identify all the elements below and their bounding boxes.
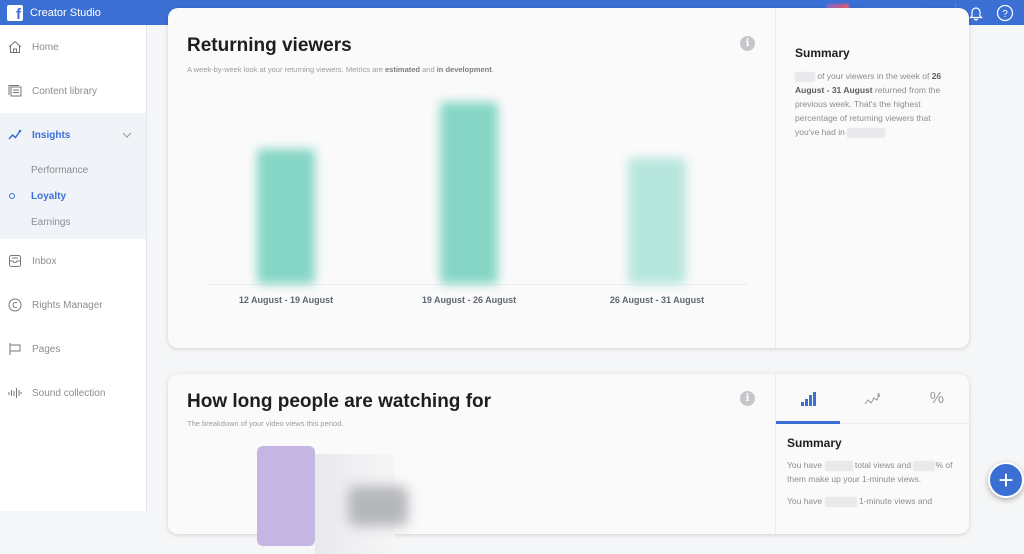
redacted-value — [913, 460, 936, 471]
bar-chart-icon — [801, 391, 817, 406]
redacted-value — [847, 127, 886, 138]
create-button[interactable]: + — [988, 462, 1024, 498]
returning-viewers-chart — [208, 78, 748, 285]
x-tick-label: 19 August - 26 August — [421, 295, 517, 305]
sidebar-subitem-label: Loyalty — [31, 190, 67, 202]
insights-icon — [7, 127, 23, 143]
watch-bar-secondary — [348, 486, 408, 526]
sidebar-item-pages[interactable]: Pages — [0, 327, 146, 371]
card-title: How long people are watching for — [187, 391, 492, 412]
sidebar-item-content-library[interactable]: Content library — [0, 69, 146, 113]
sidebar-item-label: Insights — [32, 129, 71, 141]
sidebar-item-insights[interactable]: Insights — [0, 113, 146, 157]
sidebar-item-rights-manager[interactable]: Rights Manager — [0, 283, 146, 327]
redacted-value — [795, 71, 815, 82]
chart-bar[interactable] — [257, 149, 315, 284]
active-dot-icon — [9, 193, 15, 199]
flag-icon — [7, 341, 23, 357]
help-icon[interactable]: ? — [995, 3, 1015, 23]
sidebar: Home Content library Insights Performanc… — [0, 25, 147, 511]
chart-bar[interactable] — [628, 158, 686, 284]
returning-viewers-card: Returning viewers A week-by-week look at… — [168, 8, 969, 348]
sidebar-subitem-performance[interactable]: Performance — [0, 157, 146, 183]
sidebar-subitem-earnings[interactable]: Earnings — [0, 209, 146, 235]
bell-icon[interactable] — [966, 3, 986, 23]
sidebar-item-label: Inbox — [32, 255, 57, 267]
sidebar-subitem-label: Earnings — [31, 216, 71, 228]
tab-line-chart[interactable] — [840, 374, 904, 423]
summary-title: Summary — [787, 436, 842, 450]
line-chart-icon — [865, 392, 881, 404]
sidebar-item-inbox[interactable]: Inbox — [0, 239, 146, 283]
sidebar-item-home[interactable]: Home — [0, 25, 146, 69]
card-subtitle: The breakdown of your video views this p… — [187, 419, 344, 428]
summary-panel: Summary of your viewers in the week of 2… — [775, 8, 969, 348]
card-subtitle: A week-by-week look at your returning vi… — [187, 65, 494, 74]
summary-text: You have total views and % of them make … — [787, 460, 953, 484]
x-tick-label: 12 August - 19 August — [238, 295, 334, 305]
chart-type-tabs: % — [776, 374, 969, 424]
summary-title: Summary — [795, 46, 850, 60]
sidebar-item-label: Pages — [32, 343, 61, 355]
chart-bar[interactable] — [440, 102, 498, 284]
home-icon — [7, 39, 23, 55]
info-icon[interactable]: i — [740, 36, 755, 51]
chevron-down-icon[interactable] — [122, 130, 132, 141]
sidebar-subitem-label: Performance — [31, 164, 89, 176]
sound-icon — [7, 385, 23, 401]
facebook-logo-icon[interactable]: f — [7, 4, 23, 22]
percent-icon: % — [929, 389, 944, 407]
sidebar-item-label: Content library — [32, 85, 98, 97]
sidebar-subitem-loyalty[interactable]: Loyalty — [0, 183, 146, 209]
app-title: Creator Studio — [30, 6, 101, 19]
redacted-value — [824, 496, 857, 507]
tab-bar-chart[interactable] — [776, 374, 841, 424]
copyright-icon — [7, 297, 23, 313]
watch-bar-primary — [257, 446, 315, 546]
summary-text-2: You have 1-minute views and — [787, 496, 933, 507]
sidebar-item-sound-collection[interactable]: Sound collection — [0, 371, 146, 415]
sidebar-item-label: Rights Manager — [32, 299, 103, 311]
sidebar-item-label: Home — [32, 41, 59, 53]
summary-panel: % Summary You have total views and % of … — [775, 374, 969, 534]
x-tick-label: 26 August - 31 August — [609, 295, 705, 305]
card-title: Returning viewers — [187, 35, 352, 56]
info-icon[interactable]: i — [740, 391, 755, 406]
summary-text: of your viewers in the week of 26 August… — [795, 71, 942, 138]
redacted-value — [824, 460, 853, 471]
svg-text:?: ? — [1002, 9, 1008, 20]
content-library-icon — [7, 83, 23, 99]
watch-duration-card: How long people are watching for The bre… — [168, 374, 969, 554]
tab-percent[interactable]: % — [905, 374, 969, 423]
inbox-icon — [7, 253, 23, 269]
sidebar-item-label: Sound collection — [32, 387, 106, 399]
